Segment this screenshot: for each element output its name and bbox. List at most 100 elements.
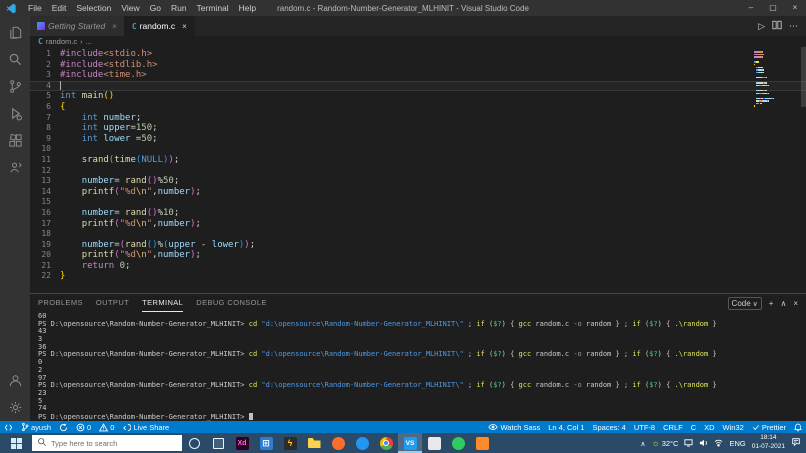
- code-line-3[interactable]: 3 #include<time.h>: [30, 70, 806, 81]
- code-line-1[interactable]: 1 #include<stdio.h>: [30, 49, 806, 60]
- status-eol[interactable]: CRLF: [659, 421, 687, 433]
- taskbar-task-view[interactable]: [206, 433, 230, 453]
- minimize-button[interactable]: [740, 0, 762, 16]
- status-live-share[interactable]: Live Share: [118, 421, 173, 433]
- menu-view[interactable]: View: [116, 0, 144, 16]
- code-line-20[interactable]: 20 printf("%d\n",number);: [30, 250, 806, 261]
- menu-go[interactable]: Go: [145, 0, 166, 16]
- clock[interactable]: 18:14 01-07-2021: [752, 434, 785, 452]
- code-line-14[interactable]: 14 printf("%d\n",number);: [30, 187, 806, 198]
- menu-terminal[interactable]: Terminal: [192, 0, 234, 16]
- terminal[interactable]: 60 PS D:\opensource\Random-Number-Generat…: [30, 312, 806, 421]
- account-icon[interactable]: [0, 367, 30, 394]
- menu-selection[interactable]: Selection: [71, 0, 116, 16]
- code-line-22[interactable]: 22}: [30, 271, 806, 282]
- minimap[interactable]: [754, 51, 796, 108]
- status-git-branch[interactable]: ayush: [17, 421, 55, 433]
- taskbar-search[interactable]: [32, 435, 182, 451]
- panel-tab-terminal[interactable]: TERMINAL: [142, 294, 184, 312]
- explorer-icon[interactable]: [0, 19, 30, 46]
- breadcrumb[interactable]: random.c ...: [30, 36, 806, 47]
- search-input[interactable]: [51, 438, 163, 448]
- panel-tab-debug-console[interactable]: DEBUG CONSOLE: [196, 294, 267, 312]
- maximize-panel-button[interactable]: [780, 299, 786, 308]
- taskbar-whatsapp[interactable]: [446, 433, 470, 453]
- status-notifications[interactable]: [790, 421, 806, 433]
- code-line-2[interactable]: 2 #include<stdlib.h>: [30, 60, 806, 71]
- code-editor[interactable]: 1 #include<stdio.h> 2 #include<stdlib.h> 3 #i…: [30, 47, 806, 293]
- code-line-9[interactable]: 9 int lower =50;: [30, 134, 806, 145]
- code-line-18[interactable]: 18: [30, 229, 806, 240]
- taskbar-store-app[interactable]: ⊞: [254, 433, 278, 453]
- status-indentation[interactable]: Spaces: 4: [589, 421, 630, 433]
- maximize-button[interactable]: [762, 0, 784, 16]
- split-editor-icon[interactable]: [772, 20, 782, 32]
- monitor-tray-icon[interactable]: [684, 438, 694, 449]
- taskbar-file-explorer[interactable]: [302, 433, 326, 453]
- search-icon[interactable]: [0, 46, 30, 73]
- tab-getting-started[interactable]: Getting Started: [30, 16, 125, 36]
- taskbar-notes-app[interactable]: [422, 433, 446, 453]
- code-line-6[interactable]: 6{: [30, 102, 806, 113]
- code-line-4[interactable]: 4: [30, 80, 806, 92]
- taskbar-messaging-app[interactable]: [350, 433, 374, 453]
- status-prettier[interactable]: Prettier: [748, 421, 790, 433]
- source-control-icon[interactable]: [0, 73, 30, 100]
- extensions-icon[interactable]: [0, 127, 30, 154]
- new-terminal-button[interactable]: [769, 299, 774, 308]
- run-code-button[interactable]: [758, 21, 765, 32]
- settings-gear-icon[interactable]: [0, 394, 30, 421]
- status-watch-sass[interactable]: Watch Sass: [484, 421, 544, 433]
- taskbar-media-app[interactable]: [470, 433, 494, 453]
- close-window-button[interactable]: [784, 0, 806, 16]
- weather-widget[interactable]: 32°C: [651, 438, 679, 448]
- status-cursor-position[interactable]: Ln 4, Col 1: [544, 421, 588, 433]
- taskbar-chrome[interactable]: [374, 433, 398, 453]
- live-share-icon[interactable]: [0, 154, 30, 181]
- menu-edit[interactable]: Edit: [47, 0, 72, 16]
- code-line-12[interactable]: 12: [30, 166, 806, 177]
- code-line-10[interactable]: 10: [30, 144, 806, 155]
- code-line-5[interactable]: 5 int main(): [30, 91, 806, 102]
- speaker-tray-icon[interactable]: [699, 438, 708, 449]
- action-center-icon[interactable]: [791, 437, 801, 449]
- code-line-15[interactable]: 15: [30, 197, 806, 208]
- editor-scrollbar[interactable]: [801, 47, 806, 107]
- language-indicator[interactable]: ENG: [729, 439, 745, 448]
- hidden-icons-chevron[interactable]: [640, 439, 645, 448]
- breadcrumb-file[interactable]: random.c: [46, 37, 77, 46]
- taskbar-browser-orange[interactable]: [326, 433, 350, 453]
- taskbar-vscode[interactable]: VS: [398, 433, 422, 453]
- close-tab-icon[interactable]: [182, 22, 187, 31]
- status-sync-changes[interactable]: [55, 421, 72, 433]
- menu-help[interactable]: Help: [234, 0, 261, 16]
- code-line-13[interactable]: 13 number= rand()%50;: [30, 176, 806, 187]
- status-errors[interactable]: 0: [72, 421, 95, 433]
- taskbar-adobe-xd[interactable]: Xd: [230, 433, 254, 453]
- status-language-mode[interactable]: C: [687, 421, 700, 433]
- code-line-17[interactable]: 17 printf("%d\n",number);: [30, 219, 806, 230]
- code-line-7[interactable]: 7 int number;: [30, 113, 806, 124]
- status-remote-window[interactable]: [0, 421, 17, 433]
- code-line-21[interactable]: 21 return 0;: [30, 261, 806, 272]
- breadcrumb-more[interactable]: ...: [86, 37, 92, 46]
- code-line-19[interactable]: 19 number=(rand()%(upper - lower));: [30, 240, 806, 251]
- taskbar-lightning-app[interactable]: ϟ: [278, 433, 302, 453]
- more-actions-icon[interactable]: [789, 21, 798, 32]
- wifi-tray-icon[interactable]: [714, 438, 723, 449]
- status-xd-extension[interactable]: XD: [700, 421, 718, 433]
- close-panel-button[interactable]: [793, 299, 798, 308]
- panel-tab-output[interactable]: OUTPUT: [96, 294, 129, 312]
- terminal-shell-select[interactable]: Code: [727, 296, 762, 310]
- code-line-8[interactable]: 8 int upper=150;: [30, 123, 806, 134]
- menu-run[interactable]: Run: [166, 0, 192, 16]
- close-tab-icon[interactable]: [112, 22, 117, 31]
- taskbar-cortana[interactable]: [182, 433, 206, 453]
- start-button[interactable]: [0, 433, 32, 453]
- panel-tab-problems[interactable]: PROBLEMS: [38, 294, 83, 312]
- status-warnings[interactable]: 0: [95, 421, 118, 433]
- code-line-16[interactable]: 16 number= rand()%10;: [30, 208, 806, 219]
- status-platform[interactable]: Win32: [719, 421, 748, 433]
- menu-file[interactable]: File: [23, 0, 47, 16]
- code-line-11[interactable]: 11 srand(time(NULL));: [30, 155, 806, 166]
